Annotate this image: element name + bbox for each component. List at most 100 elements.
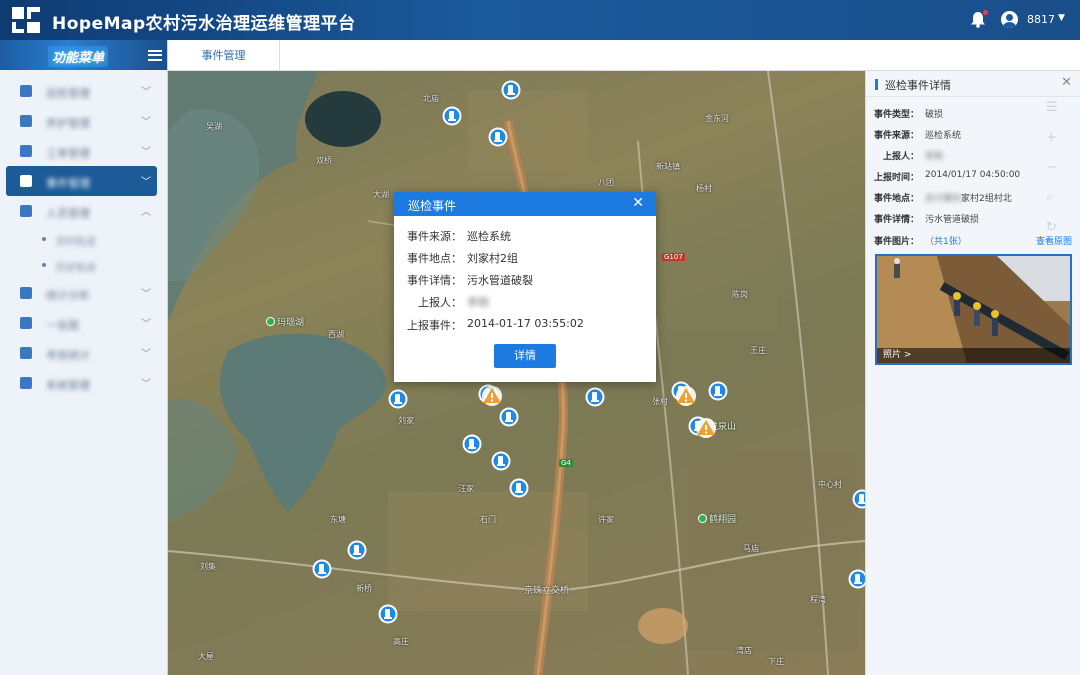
facility-marker-icon[interactable] [491,451,511,471]
sidebar-subitem-label: 历史轨迹 [56,263,96,274]
photo-count: （共1张） [925,237,967,247]
facility-marker-icon[interactable] [347,540,367,560]
menu-header: 功能菜单 [0,40,167,70]
place-label: 大屋 [198,652,214,661]
tools-icon [20,115,32,127]
field-label: 上报事件： [407,319,462,332]
sidebar-item-label: 考核统计 [46,349,90,362]
close-icon[interactable]: ✕ [1061,75,1072,90]
close-icon[interactable]: ✕ [632,195,644,211]
facility-marker-icon[interactable] [708,381,728,401]
warning-marker-icon[interactable] [481,385,503,407]
tab-event-management[interactable]: 事件管理 [168,40,280,71]
field-value: 污水管道破损 [925,215,980,225]
place-label: 程湾 [810,595,826,604]
road-label: 京珠立交桥 [524,586,570,596]
location-person-icon [20,85,32,97]
event-detail-panel: 巡检事件详情 ✕ ☰ + − ⌕ ↻ 事件类型： 破损 事件来源： 巡检系统 上… [865,71,1080,675]
place-label: 双桥 [316,156,332,165]
field-value: 巡检系统 [925,131,962,141]
field-label: 事件来源： [873,131,919,141]
facility-marker-icon[interactable] [442,106,462,126]
facility-marker-icon[interactable] [852,489,865,509]
field-value: 破损 [925,110,944,120]
chevron-down-icon: ﹀ [141,87,151,98]
place-label: 刘集 [200,562,216,571]
place-label: 刘家 [398,416,414,425]
event-photo[interactable]: 照片 > [875,254,1072,365]
popup-header: 巡检事件 ✕ [394,192,656,216]
field-value: 2014/01/17 04:50:00 [925,170,1021,180]
zoom-out-icon[interactable]: − [1046,153,1058,183]
sidebar-subitem-label: 实时轨迹 [56,237,96,248]
user-name[interactable]: 8817 [1027,13,1055,26]
place-label: 八团 [598,178,614,187]
sidebar-item-inspection[interactable]: 巡检管理 ﹀ [6,76,157,106]
field-label: 上报人： [882,152,919,162]
photo-image [877,256,1070,363]
layers-icon [20,317,32,329]
facility-marker-icon[interactable] [509,478,529,498]
road-badge: G107 [662,253,685,261]
sidebar-item-label: 工单管理 [46,147,90,160]
facility-marker-icon[interactable] [312,559,332,579]
search-icon[interactable]: ⌕ [1046,183,1058,213]
facility-marker-icon[interactable] [388,389,408,409]
user-avatar-icon[interactable] [1001,11,1018,28]
sidebar-item-label: 事件管理 [46,177,90,190]
sidebar: 功能菜单 巡检管理 ﹀ 养护管理 ﹀ 工单管理 ﹀ 事件管理 ﹀ 人员管理 ︿ [0,40,168,675]
field-value: 永兴镇刘家村2组村北 [925,191,1012,204]
warning-marker-icon[interactable] [695,417,717,439]
sidebar-item-label: 人员管理 [46,207,90,220]
detail-button[interactable]: 详情 [494,344,556,368]
chevron-up-icon: ︿ [141,207,151,218]
place-label: 西湖 [328,330,344,339]
facility-marker-icon[interactable] [501,80,521,100]
chevron-down-icon: ﹀ [141,289,151,300]
sidebar-item-maintenance[interactable]: 养护管理 ﹀ [6,106,157,136]
people-icon [20,205,32,217]
field-value: 污水管道破裂 [467,274,533,287]
sidebar-item-onemap[interactable]: 一张图 ﹀ [6,308,157,338]
place-label: 王庄 [750,346,766,355]
event-popup: 巡检事件 ✕ 事件来源： 巡检系统 事件地点： 刘家村2组 事件详情： 污水管道… [394,192,656,382]
sidebar-item-personnel[interactable]: 人员管理 ︿ [6,196,157,226]
facility-marker-icon[interactable] [585,387,605,407]
sidebar-item-label: 一张图 [46,319,79,332]
chevron-down-icon[interactable]: ▼ [1058,13,1065,23]
warning-marker-icon[interactable] [675,385,697,407]
place-label: 陈岗 [732,290,748,299]
field-value: 2014-01-17 03:55:02 [467,317,584,330]
tab-bar: 事件管理 [168,40,1080,71]
facility-marker-icon[interactable] [848,569,865,589]
sidebar-subitem-realtime-track[interactable]: 实时轨迹 [40,226,167,252]
field-label: 事件详情： [407,274,462,287]
title-accent-bar [875,79,878,90]
poi-label[interactable]: 鹤翔园 [698,512,736,525]
facility-marker-icon[interactable] [499,407,519,427]
facility-marker-icon[interactable] [378,604,398,624]
panel-title: 巡检事件详情 [885,79,951,92]
facility-marker-icon[interactable] [488,127,508,147]
sidebar-item-events[interactable]: 事件管理 ﹀ [6,166,157,196]
hamburger-menu-icon[interactable] [148,50,162,61]
field-value-rest: 家村2组村北 [961,194,1012,204]
zoom-in-icon[interactable]: + [1046,123,1058,153]
notification-bell-icon[interactable] [970,10,988,28]
sidebar-item-workorder[interactable]: 工单管理 ﹀ [6,136,157,166]
chevron-down-icon: ﹀ [141,117,151,128]
layers-icon[interactable]: ☰ [1046,93,1058,123]
poi-label[interactable]: 玛瑙湖 [266,315,304,328]
sidebar-subitem-history-track[interactable]: 历史轨迹 [40,252,167,278]
sidebar-item-assessment[interactable]: 考核统计 ﹀ [6,338,157,368]
field-label: 事件来源： [407,230,462,243]
bullet-icon [42,237,46,241]
field-label: 事件地点： [407,252,462,265]
sidebar-item-system[interactable]: 系统管理 ﹀ [6,368,157,398]
sidebar-item-label: 巡检管理 [46,87,90,100]
place-label: 大湖 [373,190,389,199]
view-original-link[interactable]: 查看原图 [1036,234,1072,247]
sidebar-item-statistics[interactable]: 统计分析 ﹀ [6,278,157,308]
facility-marker-icon[interactable] [462,434,482,454]
poi-pin-icon [698,514,707,523]
